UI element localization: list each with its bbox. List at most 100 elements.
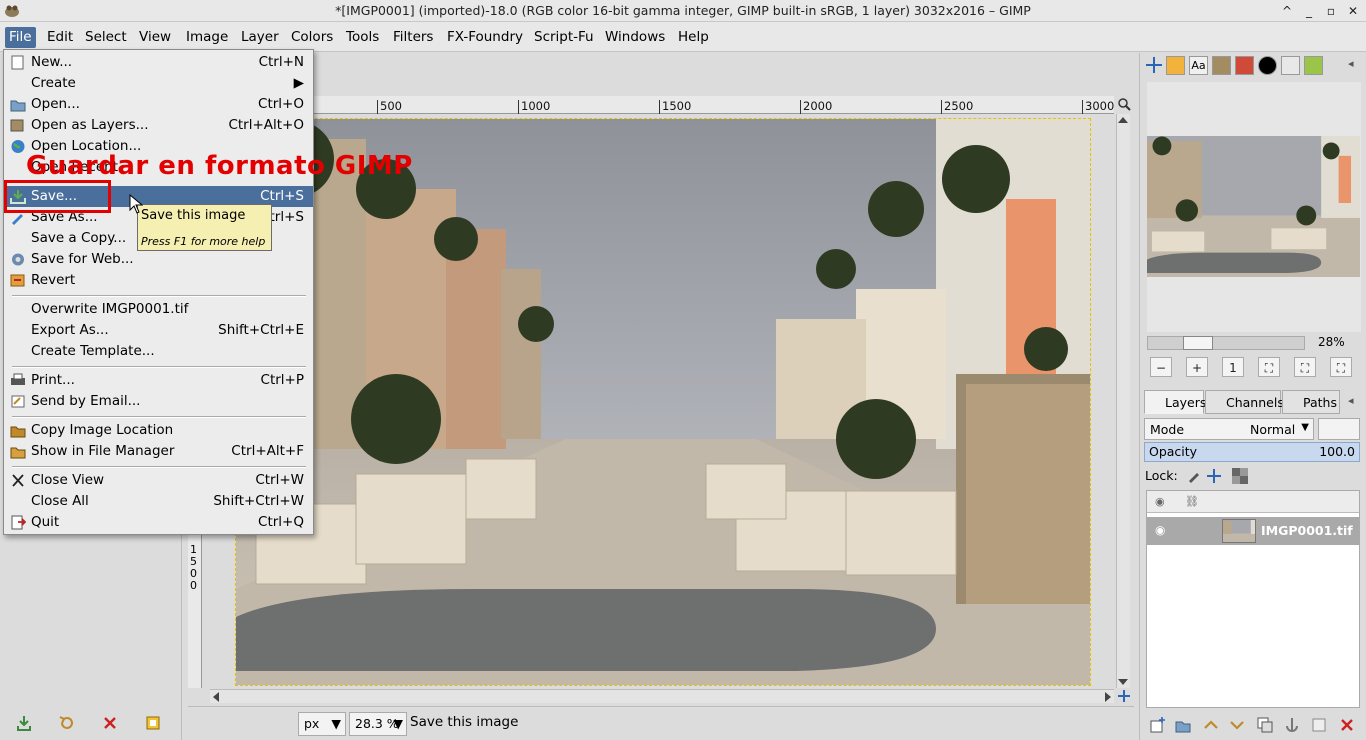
mode-select[interactable]: Mode Normal ▼ [1144, 418, 1314, 440]
shrink-wrap-button[interactable]: ⛶ [1330, 357, 1352, 377]
menu-item-send-email[interactable]: Send by Email... [4, 391, 313, 412]
menu-item-open[interactable]: Open... Ctrl+O [4, 94, 313, 115]
menu-filters[interactable]: Filters [389, 27, 437, 48]
images-icon[interactable] [1212, 56, 1231, 75]
fit-image-button[interactable]: ⛶ [1258, 357, 1280, 377]
zoom-slider-knob[interactable] [1183, 336, 1213, 350]
fill-window-button[interactable]: ⛶ [1294, 357, 1316, 377]
menu-view[interactable]: View [135, 27, 175, 48]
lock-position-icon[interactable] [1206, 468, 1222, 484]
move-tool-icon[interactable] [1145, 56, 1163, 74]
navigate-icon[interactable] [1117, 689, 1131, 703]
lock-alpha-icon[interactable] [1232, 468, 1248, 484]
send-email-label: Send by Email... [31, 393, 141, 409]
zoom-select[interactable]: 28.3 % ▼ [349, 712, 407, 736]
zoom-value: 28.3 % [355, 716, 399, 731]
restore-icon[interactable] [58, 714, 76, 732]
scroll-down-arrow-icon[interactable] [1118, 679, 1128, 685]
delete-layer-icon[interactable] [1338, 716, 1356, 734]
export-as-shortcut: Shift+Ctrl+E [218, 322, 304, 338]
gradients-icon[interactable] [1304, 56, 1323, 75]
dock-menu-icon[interactable]: ◂ [1348, 57, 1354, 70]
toolbox-bottom-bar [0, 706, 182, 740]
fonts-icon[interactable]: Aa [1189, 56, 1208, 75]
scroll-up-arrow-icon[interactable] [1118, 117, 1128, 123]
eye-icon[interactable]: ◉ [1155, 523, 1165, 537]
tool-options-icon[interactable] [1166, 56, 1185, 75]
tab-paths[interactable]: Paths [1282, 390, 1340, 414]
save-tool-preset-icon[interactable] [15, 714, 33, 732]
mode-label: Mode [1150, 422, 1185, 437]
menu-item-new[interactable]: New... Ctrl+N [4, 52, 313, 73]
menu-colors[interactable]: Colors [287, 27, 337, 48]
unit-value: px [304, 716, 320, 731]
print-label: Print... [31, 372, 75, 388]
close-window-button[interactable]: ✕ [1344, 2, 1362, 20]
horizontal-ruler[interactable]: 500 1000 1500 2000 2500 3000 [196, 96, 1114, 114]
menu-item-show-file-manager[interactable]: Show in File Manager Ctrl+Alt+F [4, 441, 313, 462]
palettes-icon[interactable] [1235, 56, 1254, 75]
image-canvas[interactable] [235, 118, 1091, 686]
menu-item-print[interactable]: Print... Ctrl+P [4, 370, 313, 391]
zoom-slider[interactable] [1147, 336, 1305, 350]
zoom-toggle-icon[interactable] [1117, 96, 1131, 112]
horizontal-scrollbar[interactable] [210, 689, 1114, 703]
menu-item-create[interactable]: Create ▶ [4, 73, 313, 94]
patterns-icon[interactable] [1281, 56, 1300, 75]
scroll-left-arrow-icon[interactable] [213, 692, 219, 702]
menu-help[interactable]: Help [674, 27, 713, 48]
dock-menu-icon[interactable]: ◂ [1348, 394, 1354, 407]
menu-image[interactable]: Image [182, 27, 232, 48]
menu-item-close-all[interactable]: Close All Shift+Ctrl+W [4, 491, 313, 512]
tab-channels-label: Channels [1226, 395, 1284, 410]
duplicate-layer-icon[interactable] [1256, 716, 1274, 734]
tab-layers[interactable]: Layers [1144, 390, 1206, 414]
menu-item-close-view[interactable]: Close View Ctrl+W [4, 470, 313, 491]
new-layer-group-icon[interactable] [1174, 716, 1192, 734]
close-view-shortcut: Ctrl+W [255, 472, 304, 488]
menu-select[interactable]: Select [81, 27, 131, 48]
menu-item-quit[interactable]: Quit Ctrl+Q [4, 512, 313, 533]
menu-item-save-for-web[interactable]: Save for Web... [4, 249, 313, 270]
menu-fx-foundry[interactable]: FX-Foundry [443, 27, 527, 48]
menu-tools[interactable]: Tools [342, 27, 383, 48]
delete-icon[interactable] [101, 714, 119, 732]
anchor-layer-icon[interactable] [1283, 716, 1301, 734]
mode-switch-button[interactable] [1318, 418, 1360, 440]
open-shortcut: Ctrl+O [258, 96, 304, 112]
maximize-button[interactable]: ▫ [1322, 2, 1340, 20]
tooltip-help: Press F1 for more help [141, 235, 266, 248]
menu-layer[interactable]: Layer [237, 27, 283, 48]
menu-edit[interactable]: Edit [43, 27, 77, 48]
menu-item-copy-location[interactable]: Copy Image Location [4, 420, 313, 441]
unit-select[interactable]: px ▼ [298, 712, 346, 736]
shade-button[interactable]: ^ [1278, 2, 1296, 20]
menu-item-overwrite[interactable]: Overwrite IMGP0001.tif [4, 299, 313, 320]
tab-channels[interactable]: Channels [1205, 390, 1284, 414]
zoom-in-button[interactable]: + [1186, 357, 1208, 377]
menu-script-fu[interactable]: Script-Fu [530, 27, 598, 48]
layer-row[interactable]: ◉ IMGP0001.tif [1147, 517, 1359, 545]
brushes-icon[interactable] [1258, 56, 1277, 75]
vertical-scrollbar[interactable] [1116, 114, 1130, 688]
scroll-right-arrow-icon[interactable] [1105, 692, 1111, 702]
menu-item-revert[interactable]: Revert [4, 270, 313, 291]
zoom-out-button[interactable]: − [1150, 357, 1172, 377]
opacity-spinner[interactable]: Opacity 100.0 [1144, 442, 1360, 462]
raise-layer-icon[interactable] [1202, 716, 1220, 734]
menu-item-open-as-layers[interactable]: Open as Layers... Ctrl+Alt+O [4, 115, 313, 136]
menu-file[interactable]: File [5, 27, 36, 48]
minimize-button[interactable]: _ [1300, 2, 1318, 20]
reset-icon[interactable] [144, 714, 162, 732]
merge-layer-icon[interactable] [1310, 716, 1328, 734]
menu-item-create-template[interactable]: Create Template... [4, 341, 313, 362]
menu-item-export-as[interactable]: Export As... Shift+Ctrl+E [4, 320, 313, 341]
lower-layer-icon[interactable] [1228, 716, 1246, 734]
vertical-ruler-label: 1500 [190, 543, 197, 592]
navigation-thumbnail[interactable] [1147, 136, 1360, 277]
lock-pixels-icon[interactable] [1186, 468, 1202, 484]
zoom-1-1-button[interactable]: 1 [1222, 357, 1244, 377]
menu-windows[interactable]: Windows [601, 27, 669, 48]
new-layer-icon[interactable] [1148, 716, 1166, 734]
window-title: *[IMGP0001] (imported)-18.0 (RGB color 1… [335, 3, 1031, 18]
